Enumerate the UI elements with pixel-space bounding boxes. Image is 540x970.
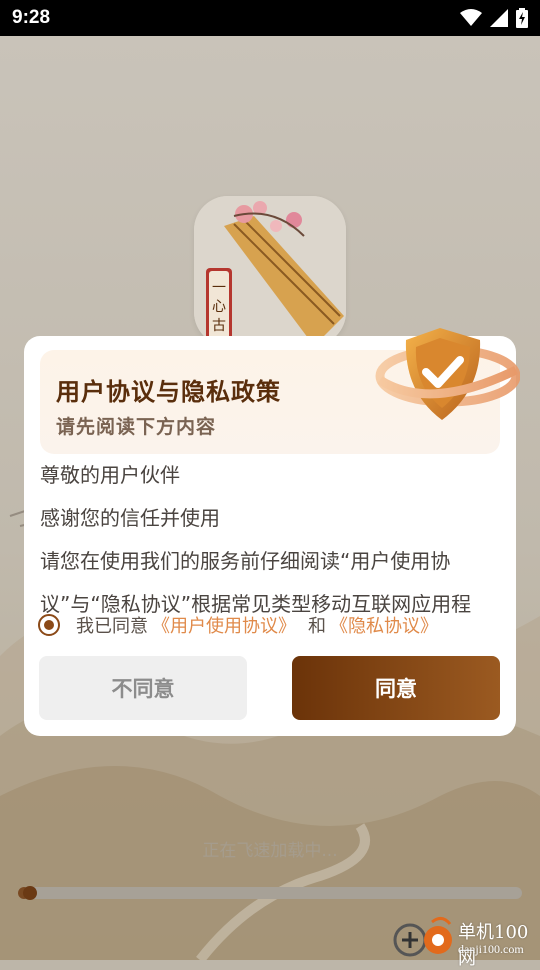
progress-knob	[23, 886, 37, 900]
signal-icon	[490, 9, 508, 27]
consent-row: 我已同意 《用户使用协议》 和 《隐私协议》	[38, 612, 450, 638]
consent-and: 和	[308, 616, 326, 637]
dialog-subtitle: 请先阅读下方内容	[56, 416, 217, 438]
app-icon: 一 心 古	[194, 196, 346, 346]
body-line: 感谢您的信任并使用	[40, 506, 220, 530]
status-time: 9:28	[12, 7, 51, 28]
dialog-title: 用户协议与隐私政策	[56, 378, 281, 406]
consent-prefix: 我已同意	[76, 616, 148, 637]
consent-radio[interactable]	[38, 614, 60, 636]
wifi-icon	[460, 9, 482, 26]
loading-text: 正在飞速加载中...	[202, 841, 338, 861]
agree-button[interactable]: 同意	[292, 656, 500, 720]
body-line: 尊敬的用户伙伴	[40, 463, 180, 487]
disagree-button[interactable]: 不同意	[39, 656, 247, 720]
radio-dot	[44, 620, 54, 630]
dialog-body: 尊敬的用户伙伴 感谢您的信任并使用 请您在使用我们的服务前仔细阅读“用户使用协 …	[40, 454, 500, 626]
svg-text:心: 心	[212, 299, 226, 315]
watermark-url: danji100.com	[458, 942, 524, 956]
status-bar: 9:28	[0, 0, 540, 36]
progress-bar	[18, 886, 522, 900]
body-line: 请您在使用我们的服务前仔细阅读“用户使用协	[40, 549, 451, 573]
svg-text:一: 一	[212, 280, 226, 296]
privacy-agreement-link[interactable]: 《隐私协议》	[330, 612, 438, 638]
watermark: 单机100网 danji100.com	[392, 912, 540, 969]
guzheng-icon: 一 心 古	[194, 196, 346, 346]
agreement-dialog: 用户协议与隐私政策 请先阅读下方内容 尊敬的用户伙伴 感谢您的信任并使用 请您在…	[24, 328, 520, 736]
status-icons	[460, 8, 528, 28]
battery-charging-icon	[516, 8, 528, 28]
watermark-logo-icon	[393, 917, 452, 957]
user-agreement-link[interactable]: 《用户使用协议》	[152, 612, 296, 638]
svg-text:古: 古	[212, 318, 226, 334]
shield-check-icon	[375, 328, 520, 420]
